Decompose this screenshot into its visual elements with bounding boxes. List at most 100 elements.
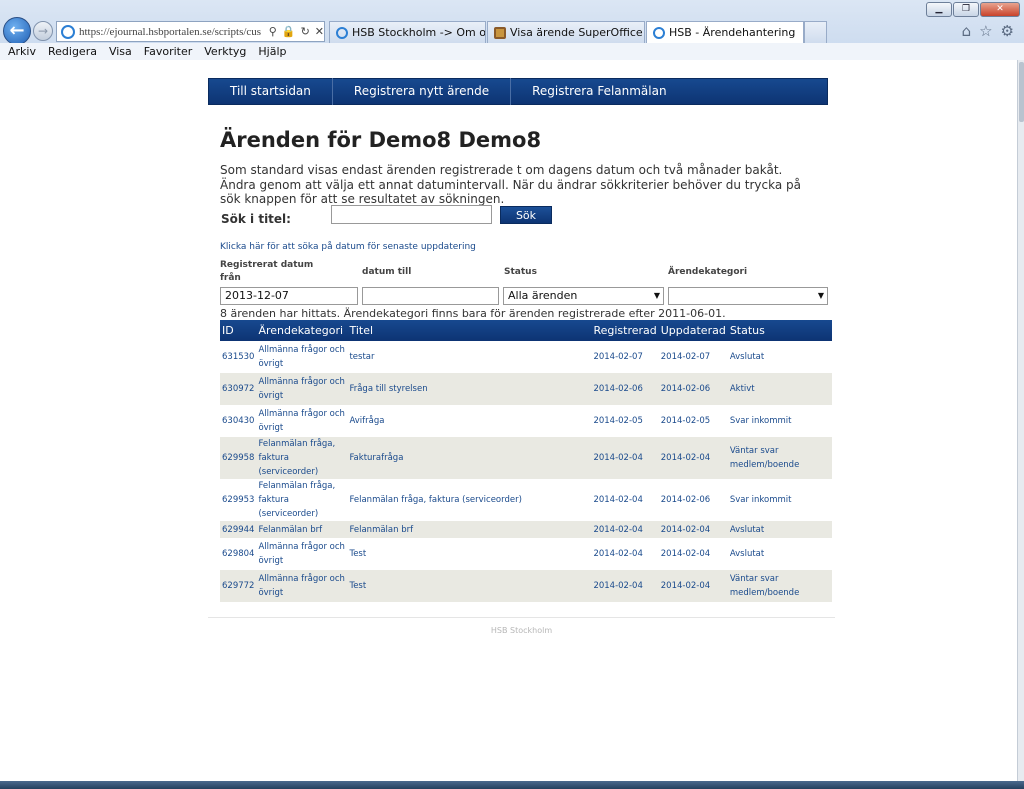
browser-chrome: ▁ ❐ ✕ ← → https://ejournal.hsbportalen.s… <box>0 0 1024 60</box>
table-row[interactable]: 630972 Allmänna frågor och övrigt Fråga … <box>220 373 832 405</box>
back-button[interactable]: ← <box>3 17 31 45</box>
vertical-scrollbar[interactable] <box>1017 60 1024 781</box>
cell-registered[interactable]: 2014-02-04 <box>591 437 658 479</box>
cell-title[interactable]: Test <box>347 570 591 602</box>
status-select[interactable]: Alla ärenden ▼ <box>503 287 664 305</box>
column-header-status: Status <box>727 320 832 341</box>
cell-updated[interactable]: 2014-02-04 <box>659 521 728 538</box>
date-to-input[interactable] <box>362 287 499 305</box>
forward-button[interactable]: → <box>33 21 53 41</box>
cell-updated[interactable]: 2014-02-04 <box>659 570 728 602</box>
restore-icon[interactable]: ❐ <box>953 2 979 17</box>
cell-status[interactable]: Avslutat <box>728 521 832 538</box>
address-bar[interactable]: https://ejournal.hsbportalen.se/scripts/… <box>56 21 325 42</box>
cell-updated[interactable]: 2014-02-06 <box>659 479 728 521</box>
status-label: Status <box>504 267 537 277</box>
cell-category[interactable]: Allmänna frågor och övrigt <box>256 341 347 373</box>
search-icon[interactable]: ⚲ <box>269 25 277 38</box>
footer-divider <box>208 617 835 618</box>
cell-registered[interactable]: 2014-02-06 <box>591 373 658 405</box>
menu-arkiv[interactable]: Arkiv <box>2 43 42 60</box>
cell-updated[interactable]: 2014-02-07 <box>659 341 728 373</box>
stop-icon[interactable]: ✕ <box>315 25 324 38</box>
category-select[interactable]: ▼ <box>668 287 828 305</box>
cell-id[interactable]: 630430 <box>220 405 256 437</box>
nav-registrera-felanmalan[interactable]: Registrera Felanmälan <box>511 78 688 105</box>
gear-icon[interactable]: ⚙ <box>1001 22 1014 40</box>
cell-status[interactable]: Avslutat <box>728 538 832 570</box>
cell-registered[interactable]: 2014-02-04 <box>591 521 658 538</box>
table-row[interactable]: 630430 Allmänna frågor och övrigt Avifrå… <box>220 405 832 437</box>
cell-title[interactable]: Avifråga <box>347 405 591 437</box>
menu-redigera[interactable]: Redigera <box>42 43 103 60</box>
search-by-update-date-link[interactable]: Klicka här för att söka på datum för sen… <box>220 242 476 252</box>
cell-title[interactable]: testar <box>347 341 591 373</box>
cell-title[interactable]: Fråga till styrelsen <box>347 373 591 405</box>
cell-updated[interactable]: 2014-02-04 <box>659 437 728 479</box>
cell-status[interactable]: Väntar svar medlem/boende <box>728 570 832 602</box>
table-row[interactable]: 629944 Felanmälan brf Felanmälan brf 201… <box>220 521 832 538</box>
table-row[interactable]: 631530 Allmänna frågor och övrigt testar… <box>220 341 832 373</box>
cell-id[interactable]: 629944 <box>220 521 256 538</box>
cell-category[interactable]: Felanmälan fråga, faktura (serviceorder) <box>256 479 347 521</box>
cell-id[interactable]: 629804 <box>220 538 256 570</box>
cell-status[interactable]: Väntar svar medlem/boende <box>728 437 832 479</box>
cell-title[interactable]: Felanmälan fråga, faktura (serviceorder) <box>347 479 591 521</box>
cell-registered[interactable]: 2014-02-04 <box>591 538 658 570</box>
minimize-icon[interactable]: ▁ <box>926 2 952 17</box>
search-title-input[interactable] <box>331 205 492 224</box>
tab-hsb-stockholm[interactable]: HSB Stockholm -> Om oss -> ... <box>329 21 486 43</box>
menu-hjalp[interactable]: Hjälp <box>252 43 292 60</box>
cell-category[interactable]: Allmänna frågor och övrigt <box>256 570 347 602</box>
table-row[interactable]: 629953 Felanmälan fråga, faktura (servic… <box>220 479 832 521</box>
cell-status[interactable]: Avslutat <box>728 341 832 373</box>
tab-superoffice[interactable]: Visa ärende SuperOffice CS - 7.1 <box>487 21 645 43</box>
table-row[interactable]: 629772 Allmänna frågor och övrigt Test 2… <box>220 570 832 602</box>
cell-title[interactable]: Felanmälan brf <box>347 521 591 538</box>
date-from-input[interactable]: 2013-12-07 <box>220 287 358 305</box>
lock-icon[interactable]: 🔒 <box>282 25 296 38</box>
favorites-star-icon[interactable]: ☆ <box>979 22 992 40</box>
nav-registrera-nytt-arende[interactable]: Registrera nytt ärende <box>333 78 512 105</box>
cell-registered[interactable]: 2014-02-05 <box>591 405 658 437</box>
cell-status[interactable]: Svar inkommit <box>728 405 832 437</box>
search-button[interactable]: Sök <box>500 206 552 224</box>
cell-updated[interactable]: 2014-02-06 <box>659 373 728 405</box>
cell-category[interactable]: Allmänna frågor och övrigt <box>256 373 347 405</box>
table-row[interactable]: 629804 Allmänna frågor och övrigt Test 2… <box>220 538 832 570</box>
cell-status[interactable]: Aktivt <box>728 373 832 405</box>
cell-title[interactable]: Fakturafråga <box>347 437 591 479</box>
cell-updated[interactable]: 2014-02-04 <box>659 538 728 570</box>
cell-category[interactable]: Felanmälan fråga, faktura (serviceorder) <box>256 437 347 479</box>
menu-verktyg[interactable]: Verktyg <box>198 43 252 60</box>
cell-id[interactable]: 629958 <box>220 437 256 479</box>
cell-registered[interactable]: 2014-02-04 <box>591 479 658 521</box>
footer-text: HSB Stockholm <box>490 626 553 635</box>
intro-text: Som standard visas endast ärenden regist… <box>220 163 801 206</box>
nav-till-startsidan[interactable]: Till startsidan <box>209 78 333 105</box>
cell-registered[interactable]: 2014-02-04 <box>591 570 658 602</box>
tab-close-icon[interactable]: ✕ <box>795 26 803 39</box>
scrollbar-thumb[interactable] <box>1019 62 1024 122</box>
tab-arendehantering[interactable]: HSB - Ärendehantering ✕ <box>646 21 804 43</box>
cell-id[interactable]: 631530 <box>220 341 256 373</box>
cell-title[interactable]: Test <box>347 538 591 570</box>
address-url[interactable]: https://ejournal.hsbportalen.se/scripts/… <box>79 26 265 38</box>
cell-status[interactable]: Svar inkommit <box>728 479 832 521</box>
page-title: Ärenden för Demo8 Demo8 <box>220 128 542 152</box>
table-row[interactable]: 629958 Felanmälan fråga, faktura (servic… <box>220 437 832 479</box>
close-window-icon[interactable]: ✕ <box>980 2 1020 17</box>
menu-visa[interactable]: Visa <box>103 43 138 60</box>
cell-updated[interactable]: 2014-02-05 <box>659 405 728 437</box>
cell-category[interactable]: Felanmälan brf <box>256 521 347 538</box>
cell-id[interactable]: 630972 <box>220 373 256 405</box>
cell-id[interactable]: 629953 <box>220 479 256 521</box>
home-icon[interactable]: ⌂ <box>962 22 972 40</box>
refresh-icon[interactable]: ↻ <box>301 25 310 38</box>
cell-registered[interactable]: 2014-02-07 <box>591 341 658 373</box>
menu-favoriter[interactable]: Favoriter <box>138 43 198 60</box>
cell-category[interactable]: Allmänna frågor och övrigt <box>256 405 347 437</box>
cell-category[interactable]: Allmänna frågor och övrigt <box>256 538 347 570</box>
new-tab-button[interactable] <box>804 21 827 43</box>
cell-id[interactable]: 629772 <box>220 570 256 602</box>
